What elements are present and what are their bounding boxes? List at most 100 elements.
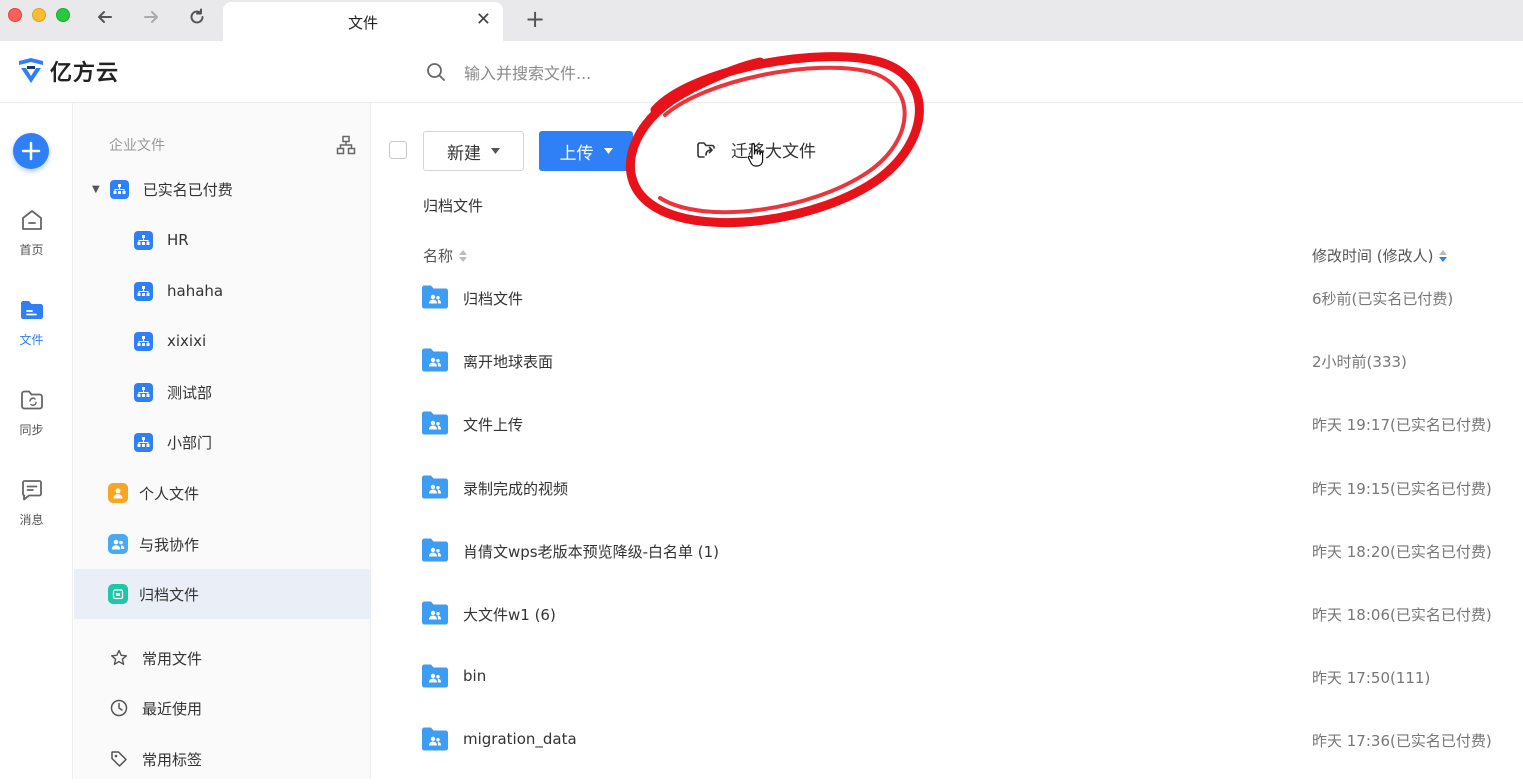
file-modified: 昨天 18:06(已实名已付费) bbox=[1312, 606, 1492, 624]
tree-item-personal[interactable]: 个人文件 bbox=[74, 468, 371, 518]
tree-item-label: 与我协作 bbox=[139, 535, 200, 554]
logo-icon bbox=[19, 58, 43, 83]
file-row[interactable]: 离开地球表面 2小时前(333) bbox=[372, 336, 1523, 399]
tree-item-label: 个人文件 bbox=[139, 484, 200, 503]
file-name: 录制完成的视频 bbox=[463, 480, 569, 498]
plus-icon bbox=[21, 141, 41, 161]
tab-close-icon[interactable]: ✕ bbox=[476, 11, 491, 29]
shared-folder-icon bbox=[422, 664, 448, 688]
file-name: 大文件w1 (6) bbox=[463, 606, 556, 624]
search-icon bbox=[427, 63, 445, 81]
shared-folder-icon bbox=[422, 475, 448, 499]
org-chart-icon[interactable] bbox=[336, 135, 356, 155]
file-modified: 昨天 17:50(111) bbox=[1312, 669, 1431, 687]
folder-tree: 企业文件 ▼ 已实名已付费 HR hahaha xixixi 测试部 小部门 个… bbox=[74, 103, 371, 779]
logo[interactable]: 亿方云 bbox=[16, 55, 119, 87]
file-name: 归档文件 bbox=[463, 290, 524, 308]
sort-icon bbox=[459, 249, 468, 262]
tree-item-label: 常用标签 bbox=[142, 750, 203, 769]
file-name: 文件上传 bbox=[463, 416, 524, 434]
upload-button-label: 上传 bbox=[559, 143, 594, 164]
window-zoom-button[interactable] bbox=[56, 8, 70, 22]
star-icon bbox=[111, 649, 127, 665]
tree-item-label: xixixi bbox=[167, 332, 207, 350]
tree-item-label: 最近使用 bbox=[142, 699, 203, 718]
file-row[interactable]: 归档文件 6秒前(已实名已付费) bbox=[372, 273, 1523, 336]
reload-button[interactable] bbox=[184, 4, 210, 30]
caret-down-icon bbox=[491, 148, 500, 154]
search-input[interactable]: 输入并搜索文件... bbox=[464, 60, 591, 84]
tree-item-department[interactable]: HR bbox=[74, 215, 371, 265]
file-row[interactable]: 文件上传 昨天 19:17(已实名已付费) bbox=[372, 399, 1523, 462]
file-row[interactable]: 录制完成的视频 昨天 19:15(已实名已付费) bbox=[372, 463, 1523, 526]
department-icon bbox=[109, 179, 129, 199]
shared-folder-icon bbox=[422, 285, 448, 309]
tag-icon bbox=[111, 751, 127, 767]
department-icon bbox=[134, 382, 153, 402]
tree-item-root[interactable]: ▼ 已实名已付费 bbox=[74, 164, 371, 214]
select-all-checkbox[interactable] bbox=[389, 141, 407, 159]
shared-folder-icon bbox=[422, 348, 448, 372]
collaborators-icon bbox=[108, 534, 128, 554]
file-row[interactable]: 大文件w1 (6) 昨天 18:06(已实名已付费) bbox=[372, 589, 1523, 652]
department-icon bbox=[134, 281, 153, 301]
file-row[interactable]: 肖倩文wps老版本预览降级-白名单 (1) 昨天 18:20(已实名已付费) bbox=[372, 526, 1523, 589]
tree-item-department[interactable]: xixixi bbox=[74, 316, 371, 366]
file-modified: 6秒前(已实名已付费) bbox=[1312, 290, 1454, 308]
file-list-panel: 新建 上传 迁移大文件 归档文件 名称 修改时间 (修改人) 归档文件 6秒前(… bbox=[372, 103, 1523, 779]
shared-folder-icon bbox=[422, 411, 448, 435]
shared-folder-icon bbox=[422, 538, 448, 562]
tree-heading: 企业文件 bbox=[109, 138, 165, 154]
migrate-large-files-button[interactable]: 迁移大文件 bbox=[695, 137, 816, 162]
add-button[interactable] bbox=[13, 133, 49, 169]
app-header: 亿方云 输入并搜索文件... bbox=[0, 41, 1523, 103]
new-button-label: 新建 bbox=[447, 143, 481, 164]
rail-item-home[interactable]: 首页 bbox=[0, 207, 63, 258]
column-header-name[interactable]: 名称 bbox=[423, 245, 468, 266]
file-row[interactable]: migration_data 昨天 17:36(已实名已付费) bbox=[372, 715, 1523, 778]
caret-down-icon bbox=[603, 148, 613, 154]
folder-icon bbox=[20, 301, 43, 319]
tree-item-department[interactable]: hahaha bbox=[74, 266, 371, 316]
tree-item-department[interactable]: 小部门 bbox=[74, 417, 371, 467]
file-name: 肖倩文wps老版本预览降级-白名单 (1) bbox=[463, 543, 720, 561]
clock-icon bbox=[110, 699, 128, 717]
back-button[interactable] bbox=[92, 4, 118, 30]
rail-item-sync[interactable]: 同步 bbox=[0, 387, 63, 438]
tree-item-favorites[interactable]: 常用文件 bbox=[74, 633, 371, 683]
tree-item-label: 常用文件 bbox=[142, 649, 203, 668]
upload-button[interactable]: 上传 bbox=[539, 131, 633, 171]
window-minimize-button[interactable] bbox=[32, 8, 46, 22]
window-close-button[interactable] bbox=[8, 8, 22, 22]
rail-item-files[interactable]: 文件 bbox=[0, 297, 63, 348]
tree-item-label: hahaha bbox=[167, 282, 224, 300]
caret-down-icon[interactable]: ▼ bbox=[92, 184, 100, 195]
new-button[interactable]: 新建 bbox=[423, 131, 524, 171]
tree-item-archive[interactable]: 归档文件 bbox=[74, 569, 371, 619]
tree-item-recent[interactable]: 最近使用 bbox=[74, 683, 371, 733]
tree-item-tags[interactable]: 常用标签 bbox=[74, 734, 371, 784]
column-header-modified[interactable]: 修改时间 (修改人) bbox=[1312, 245, 1448, 266]
file-modified: 昨天 19:15(已实名已付费) bbox=[1312, 480, 1492, 498]
breadcrumb[interactable]: 归档文件 bbox=[423, 195, 483, 216]
forward-button[interactable] bbox=[138, 4, 164, 30]
tree-item-department[interactable]: 测试部 bbox=[74, 367, 371, 417]
sort-desc-icon bbox=[1439, 249, 1448, 262]
rail-label: 同步 bbox=[19, 423, 44, 437]
archive-icon bbox=[108, 584, 128, 604]
tree-item-shared[interactable]: 与我协作 bbox=[74, 519, 371, 569]
file-row[interactable]: bin 昨天 17:50(111) bbox=[372, 652, 1523, 715]
column-label: 名称 bbox=[423, 247, 454, 265]
file-name: 离开地球表面 bbox=[463, 353, 554, 371]
file-modified: 昨天 18:20(已实名已付费) bbox=[1312, 543, 1492, 561]
rail-item-messages[interactable]: 消息 bbox=[0, 477, 63, 528]
tab-title: 文件 bbox=[347, 14, 378, 32]
browser-tab[interactable]: 文件 ✕ bbox=[223, 2, 503, 41]
search-bar[interactable]: 输入并搜索文件... bbox=[426, 60, 591, 84]
home-icon bbox=[21, 210, 42, 230]
shared-folder-icon bbox=[422, 727, 448, 751]
column-label: 修改时间 (修改人) bbox=[1312, 247, 1434, 265]
new-tab-button[interactable]: + bbox=[525, 7, 545, 31]
tree-item-label: HR bbox=[167, 231, 189, 249]
file-name: bin bbox=[463, 667, 487, 685]
